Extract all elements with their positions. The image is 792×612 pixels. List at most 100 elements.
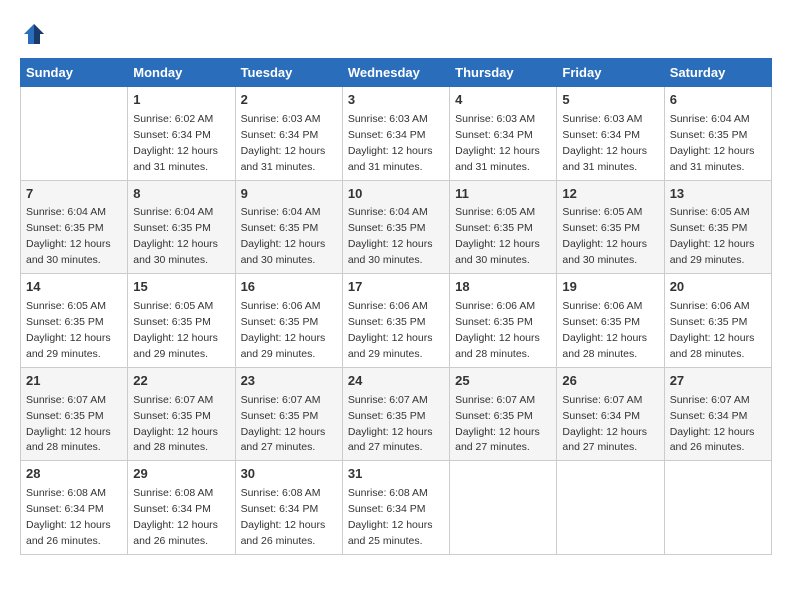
calendar-cell: 5 Sunrise: 6:03 AM Sunset: 6:34 PM Daylig… bbox=[557, 87, 664, 181]
day-number: 17 bbox=[348, 278, 444, 297]
calendar-cell: 12 Sunrise: 6:05 AM Sunset: 6:35 PM Dayli… bbox=[557, 180, 664, 274]
day-number: 4 bbox=[455, 91, 551, 110]
day-info: Sunrise: 6:07 AM Sunset: 6:34 PM Dayligh… bbox=[562, 394, 647, 454]
week-row-4: 21 Sunrise: 6:07 AM Sunset: 6:35 PM Dayli… bbox=[21, 367, 772, 461]
calendar-cell: 22Sunrise: 6:07 AM Sunset: 6:35 PM Dayli… bbox=[128, 367, 235, 461]
day-number: 5 bbox=[562, 91, 658, 110]
calendar-cell: 10 Sunrise: 6:04 AM Sunset: 6:35 PM Dayli… bbox=[342, 180, 449, 274]
day-info: Sunrise: 6:06 AM Sunset: 6:35 PM Dayligh… bbox=[455, 300, 540, 360]
day-number: 19 bbox=[562, 278, 658, 297]
day-info: Sunrise: 6:07 AM Sunset: 6:35 PM Dayligh… bbox=[455, 394, 540, 454]
week-row-3: 14 Sunrise: 6:05 AM Sunset: 6:35 PM Dayli… bbox=[21, 274, 772, 368]
day-number: 29 bbox=[133, 465, 229, 484]
calendar-cell: 26 Sunrise: 6:07 AM Sunset: 6:34 PM Dayli… bbox=[557, 367, 664, 461]
calendar-cell: 4Sunrise: 6:03 AM Sunset: 6:34 PM Daylig… bbox=[450, 87, 557, 181]
day-number: 9 bbox=[241, 185, 337, 204]
day-number: 28 bbox=[26, 465, 122, 484]
day-info: Sunrise: 6:07 AM Sunset: 6:35 PM Dayligh… bbox=[348, 394, 433, 454]
day-number: 13 bbox=[670, 185, 766, 204]
day-info: Sunrise: 6:04 AM Sunset: 6:35 PM Dayligh… bbox=[348, 206, 433, 266]
column-header-sunday: Sunday bbox=[21, 59, 128, 87]
calendar-cell: 8Sunrise: 6:04 AM Sunset: 6:35 PM Daylig… bbox=[128, 180, 235, 274]
day-info: Sunrise: 6:03 AM Sunset: 6:34 PM Dayligh… bbox=[348, 113, 433, 173]
day-info: Sunrise: 6:07 AM Sunset: 6:34 PM Dayligh… bbox=[670, 394, 755, 454]
day-number: 2 bbox=[241, 91, 337, 110]
calendar-cell: 17 Sunrise: 6:06 AM Sunset: 6:35 PM Dayli… bbox=[342, 274, 449, 368]
calendar-cell: 16 Sunrise: 6:06 AM Sunset: 6:35 PM Dayli… bbox=[235, 274, 342, 368]
calendar-cell: 13 Sunrise: 6:05 AM Sunset: 6:35 PM Dayli… bbox=[664, 180, 771, 274]
logo bbox=[20, 20, 53, 48]
column-header-saturday: Saturday bbox=[664, 59, 771, 87]
day-number: 25 bbox=[455, 372, 551, 391]
calendar-cell: 24 Sunrise: 6:07 AM Sunset: 6:35 PM Dayli… bbox=[342, 367, 449, 461]
calendar-cell: 14 Sunrise: 6:05 AM Sunset: 6:35 PM Dayli… bbox=[21, 274, 128, 368]
calendar-cell: 23 Sunrise: 6:07 AM Sunset: 6:35 PM Dayli… bbox=[235, 367, 342, 461]
column-header-thursday: Thursday bbox=[450, 59, 557, 87]
day-number: 26 bbox=[562, 372, 658, 391]
day-number: 14 bbox=[26, 278, 122, 297]
column-header-monday: Monday bbox=[128, 59, 235, 87]
day-info: Sunrise: 6:04 AM Sunset: 6:35 PM Dayligh… bbox=[670, 113, 755, 173]
calendar-cell: 31Sunrise: 6:08 AM Sunset: 6:34 PM Dayli… bbox=[342, 461, 449, 555]
day-info: Sunrise: 6:05 AM Sunset: 6:35 PM Dayligh… bbox=[670, 206, 755, 266]
day-number: 30 bbox=[241, 465, 337, 484]
calendar-cell: 28 Sunrise: 6:08 AM Sunset: 6:34 PM Dayli… bbox=[21, 461, 128, 555]
calendar-cell: 18 Sunrise: 6:06 AM Sunset: 6:35 PM Dayli… bbox=[450, 274, 557, 368]
calendar-cell bbox=[450, 461, 557, 555]
day-info: Sunrise: 6:06 AM Sunset: 6:35 PM Dayligh… bbox=[241, 300, 326, 360]
day-info: Sunrise: 6:06 AM Sunset: 6:35 PM Dayligh… bbox=[562, 300, 647, 360]
day-info: Sunrise: 6:05 AM Sunset: 6:35 PM Dayligh… bbox=[562, 206, 647, 266]
day-number: 23 bbox=[241, 372, 337, 391]
calendar-cell: 1 Sunrise: 6:02 AM Sunset: 6:34 PM Daylig… bbox=[128, 87, 235, 181]
day-info: Sunrise: 6:08 AM Sunset: 6:34 PM Dayligh… bbox=[348, 487, 433, 547]
day-number: 1 bbox=[133, 91, 229, 110]
day-number: 22 bbox=[133, 372, 229, 391]
day-number: 11 bbox=[455, 185, 551, 204]
logo-icon bbox=[20, 20, 48, 48]
calendar-cell: 3 Sunrise: 6:03 AM Sunset: 6:34 PM Daylig… bbox=[342, 87, 449, 181]
day-info: Sunrise: 6:06 AM Sunset: 6:35 PM Dayligh… bbox=[348, 300, 433, 360]
calendar-cell: 6 Sunrise: 6:04 AM Sunset: 6:35 PM Daylig… bbox=[664, 87, 771, 181]
calendar-table: SundayMondayTuesdayWednesdayThursdayFrid… bbox=[20, 58, 772, 555]
column-header-tuesday: Tuesday bbox=[235, 59, 342, 87]
day-info: Sunrise: 6:04 AM Sunset: 6:35 PM Dayligh… bbox=[26, 206, 111, 266]
calendar-cell: 30 Sunrise: 6:08 AM Sunset: 6:34 PM Dayli… bbox=[235, 461, 342, 555]
day-number: 21 bbox=[26, 372, 122, 391]
day-info: Sunrise: 6:08 AM Sunset: 6:34 PM Dayligh… bbox=[241, 487, 326, 547]
column-header-friday: Friday bbox=[557, 59, 664, 87]
week-row-5: 28 Sunrise: 6:08 AM Sunset: 6:34 PM Dayli… bbox=[21, 461, 772, 555]
day-number: 3 bbox=[348, 91, 444, 110]
day-number: 24 bbox=[348, 372, 444, 391]
day-info: Sunrise: 6:04 AM Sunset: 6:35 PM Dayligh… bbox=[241, 206, 326, 266]
calendar-cell: 11 Sunrise: 6:05 AM Sunset: 6:35 PM Dayli… bbox=[450, 180, 557, 274]
calendar-cell bbox=[664, 461, 771, 555]
column-header-wednesday: Wednesday bbox=[342, 59, 449, 87]
calendar-cell: 7Sunrise: 6:04 AM Sunset: 6:35 PM Daylig… bbox=[21, 180, 128, 274]
day-number: 6 bbox=[670, 91, 766, 110]
calendar-cell: 15 Sunrise: 6:05 AM Sunset: 6:35 PM Dayli… bbox=[128, 274, 235, 368]
day-info: Sunrise: 6:05 AM Sunset: 6:35 PM Dayligh… bbox=[455, 206, 540, 266]
day-info: Sunrise: 6:08 AM Sunset: 6:34 PM Dayligh… bbox=[26, 487, 111, 547]
calendar-cell: 27Sunrise: 6:07 AM Sunset: 6:34 PM Dayli… bbox=[664, 367, 771, 461]
day-number: 20 bbox=[670, 278, 766, 297]
day-number: 15 bbox=[133, 278, 229, 297]
day-number: 10 bbox=[348, 185, 444, 204]
calendar-cell: 20Sunrise: 6:06 AM Sunset: 6:35 PM Dayli… bbox=[664, 274, 771, 368]
day-number: 18 bbox=[455, 278, 551, 297]
week-row-2: 7Sunrise: 6:04 AM Sunset: 6:35 PM Daylig… bbox=[21, 180, 772, 274]
calendar-cell: 29 Sunrise: 6:08 AM Sunset: 6:34 PM Dayli… bbox=[128, 461, 235, 555]
day-info: Sunrise: 6:02 AM Sunset: 6:34 PM Dayligh… bbox=[133, 113, 218, 173]
calendar-cell bbox=[21, 87, 128, 181]
week-row-1: 1 Sunrise: 6:02 AM Sunset: 6:34 PM Daylig… bbox=[21, 87, 772, 181]
day-info: Sunrise: 6:05 AM Sunset: 6:35 PM Dayligh… bbox=[26, 300, 111, 360]
day-info: Sunrise: 6:07 AM Sunset: 6:35 PM Dayligh… bbox=[26, 394, 111, 454]
day-info: Sunrise: 6:08 AM Sunset: 6:34 PM Dayligh… bbox=[133, 487, 218, 547]
day-info: Sunrise: 6:05 AM Sunset: 6:35 PM Dayligh… bbox=[133, 300, 218, 360]
day-info: Sunrise: 6:03 AM Sunset: 6:34 PM Dayligh… bbox=[562, 113, 647, 173]
day-number: 16 bbox=[241, 278, 337, 297]
calendar-header-row: SundayMondayTuesdayWednesdayThursdayFrid… bbox=[21, 59, 772, 87]
calendar-cell bbox=[557, 461, 664, 555]
day-info: Sunrise: 6:07 AM Sunset: 6:35 PM Dayligh… bbox=[241, 394, 326, 454]
day-info: Sunrise: 6:03 AM Sunset: 6:34 PM Dayligh… bbox=[241, 113, 326, 173]
day-number: 12 bbox=[562, 185, 658, 204]
